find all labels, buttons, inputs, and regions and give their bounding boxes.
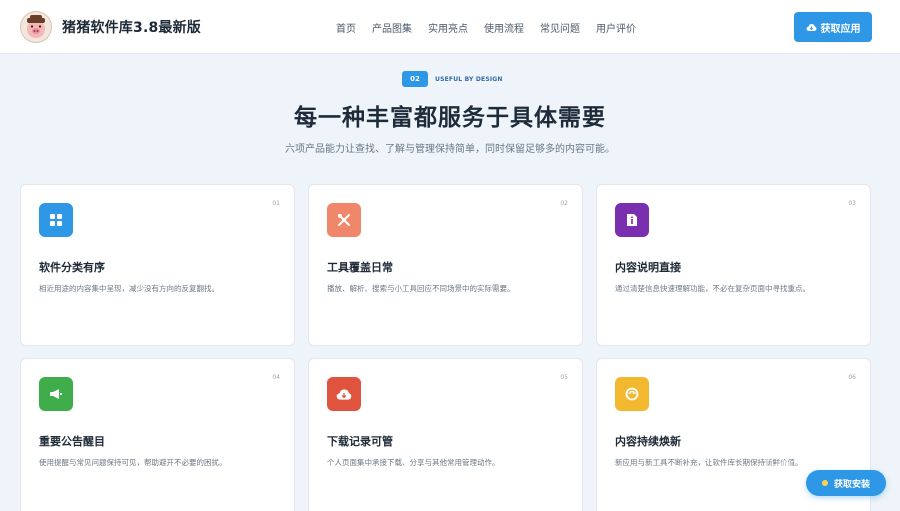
nav-item-highlights[interactable]: 实用亮点 xyxy=(428,20,468,35)
floating-install-button[interactable]: 获取安装 xyxy=(806,470,886,496)
megaphone-icon xyxy=(39,377,73,411)
refresh-icon xyxy=(615,377,649,411)
card-description: 新应用与新工具不断补充，让软件库长期保持新鲜价值。 xyxy=(615,458,803,467)
section-subtitle: 六项产品能力让查找、了解与管理保持简单，同时保留足够多的内容可能。 xyxy=(285,144,615,155)
section-eyebrow: USEFUL BY DESIGN xyxy=(435,75,503,83)
floating-install-label: 获取安装 xyxy=(833,479,870,490)
get-app-button[interactable]: 获取应用 xyxy=(794,12,872,42)
card-title: 下载记录可管 xyxy=(327,435,393,448)
cloud-download-icon xyxy=(327,377,361,411)
card-description: 使用提醒与常见问题保持可见，帮助避开不必要的困扰。 xyxy=(39,458,227,467)
feature-card-tools: 02 工具覆盖日常 播放、解析、搜索与小工具回应不同场景中的实际需要。 xyxy=(308,184,583,346)
card-title: 内容持续焕新 xyxy=(615,435,681,448)
cloud-icon xyxy=(806,23,816,31)
feature-card-announcements: 04 重要公告醒目 使用提醒与常见问题保持可见，帮助避开不必要的困扰。 xyxy=(20,358,295,511)
top-header: 猪猪软件库3.8最新版 首页 产品图集 实用亮点 使用流程 常见问题 用户评价 … xyxy=(0,0,900,54)
section-badge: 02 USEFUL BY DESIGN xyxy=(402,71,503,87)
card-description: 个人页面集中承接下载、分享与其他常用管理动作。 xyxy=(327,458,500,467)
card-number: 01 xyxy=(272,200,280,207)
card-description: 相近用途的内容集中呈现，减少没有方向的反复翻找。 xyxy=(39,284,219,293)
feature-card-downloads: 05 下载记录可管 个人页面集中承接下载、分享与其他常用管理动作。 xyxy=(308,358,583,511)
get-app-label: 获取应用 xyxy=(820,23,861,35)
card-number: 02 xyxy=(560,200,568,207)
brand[interactable]: 猪猪软件库3.8最新版 xyxy=(20,11,201,43)
info-document-icon xyxy=(615,203,649,237)
card-description: 播放、解析、搜索与小工具回应不同场景中的实际需要。 xyxy=(327,284,515,293)
nav-item-process[interactable]: 使用流程 xyxy=(484,20,524,35)
grid-icon xyxy=(39,203,73,237)
nav-item-gallery[interactable]: 产品图集 xyxy=(372,20,412,35)
nav-item-home[interactable]: 首页 xyxy=(336,20,356,35)
feature-card-categories: 01 软件分类有序 相近用途的内容集中呈现，减少没有方向的反复翻找。 xyxy=(20,184,295,346)
card-number: 04 xyxy=(272,374,280,381)
card-number: 05 xyxy=(560,374,568,381)
feature-card-info: 03 内容说明直接 通过清楚信息快速理解功能，不必在复杂页面中寻找重点。 xyxy=(596,184,871,346)
card-number: 06 xyxy=(848,374,856,381)
section-number-badge: 02 xyxy=(402,71,428,87)
card-number: 03 xyxy=(848,200,856,207)
install-dot-icon xyxy=(821,480,828,486)
section-title: 每一种丰富都服务于具体需要 xyxy=(294,105,606,131)
card-title: 软件分类有序 xyxy=(39,261,105,274)
nav-item-reviews[interactable]: 用户评价 xyxy=(596,20,636,35)
card-title: 内容说明直接 xyxy=(615,261,681,274)
nav-item-faq[interactable]: 常见问题 xyxy=(540,20,580,35)
card-description: 通过清楚信息快速理解功能，不必在复杂页面中寻找重点。 xyxy=(615,284,810,293)
pig-mascot-icon xyxy=(20,11,52,43)
card-title: 工具覆盖日常 xyxy=(327,261,393,274)
tools-icon xyxy=(327,203,361,237)
main-nav: 首页 产品图集 实用亮点 使用流程 常见问题 用户评价 xyxy=(336,20,652,35)
brand-name: 猪猪软件库3.8最新版 xyxy=(62,20,202,36)
card-title: 重要公告醒目 xyxy=(39,435,105,448)
